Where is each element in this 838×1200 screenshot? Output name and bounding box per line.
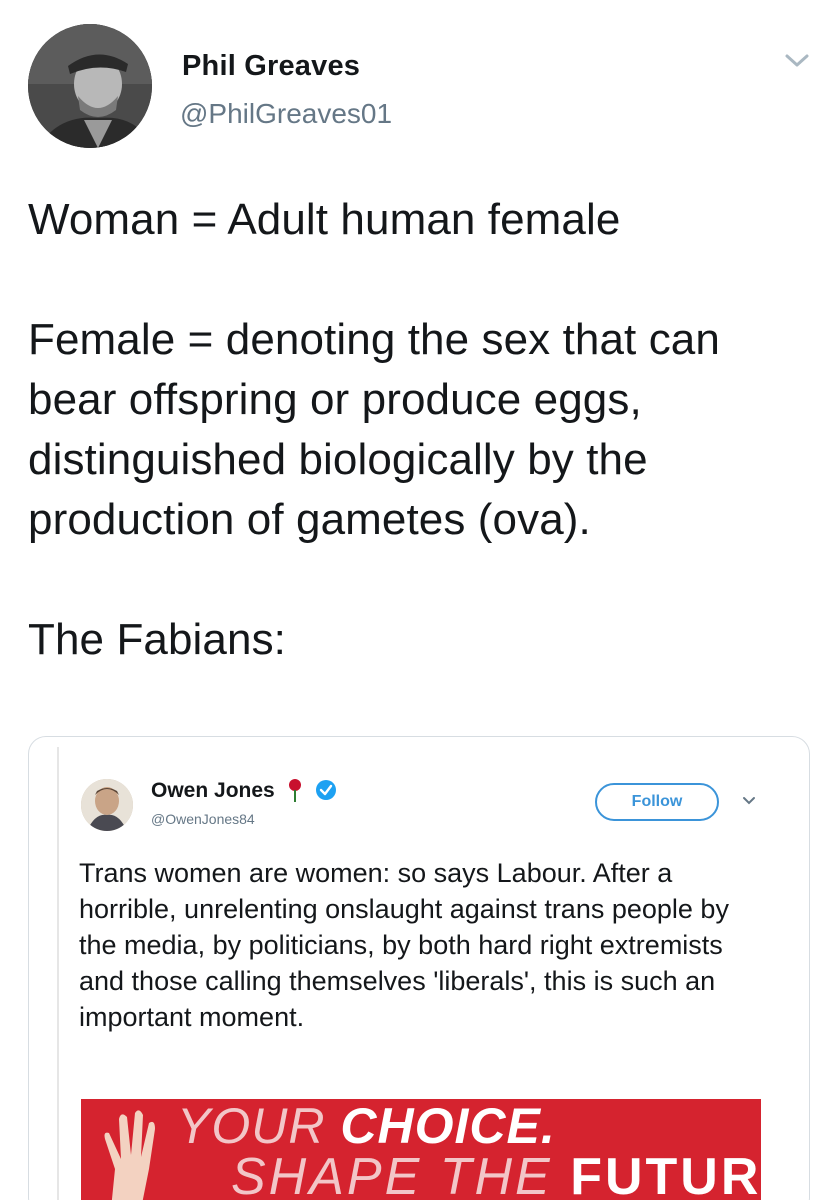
author-handle[interactable]: @PhilGreaves01 xyxy=(180,98,392,130)
rose-icon xyxy=(284,777,306,803)
chevron-down-icon[interactable] xyxy=(782,46,812,76)
verified-badge-icon xyxy=(315,779,337,801)
quoted-author-handle: @OwenJones84 xyxy=(151,811,255,827)
media-headline-line2: SHAPE THE FUTURE xyxy=(231,1148,761,1200)
quoted-author-name: Owen Jones xyxy=(151,779,275,802)
tweet-text: Woman = Adult human female Female = deno… xyxy=(28,190,818,670)
tweet-line: The Fabians: xyxy=(28,615,287,664)
tweet-line: Female = denoting the sex that can bear … xyxy=(28,315,720,544)
chevron-down-icon xyxy=(741,793,757,809)
quoted-tweet-text: Trans women are women: so says Labour. A… xyxy=(79,858,729,1032)
raised-hand-graphic xyxy=(81,1099,171,1200)
follow-button: Follow xyxy=(595,783,719,821)
quoted-media-image: YOUR CHOICE. SHAPE THE FUTURE xyxy=(81,1099,761,1200)
quoted-avatar xyxy=(81,779,133,831)
author-name[interactable]: Phil Greaves xyxy=(182,50,360,83)
tweet: Phil Greaves @PhilGreaves01 Woman = Adul… xyxy=(0,0,838,1200)
avatar[interactable] xyxy=(28,24,152,148)
tweet-line: Woman = Adult human female xyxy=(28,195,621,244)
quoted-tweet-card[interactable]: Owen Jones @OwenJones84 Follow Trans wom… xyxy=(28,736,810,1200)
